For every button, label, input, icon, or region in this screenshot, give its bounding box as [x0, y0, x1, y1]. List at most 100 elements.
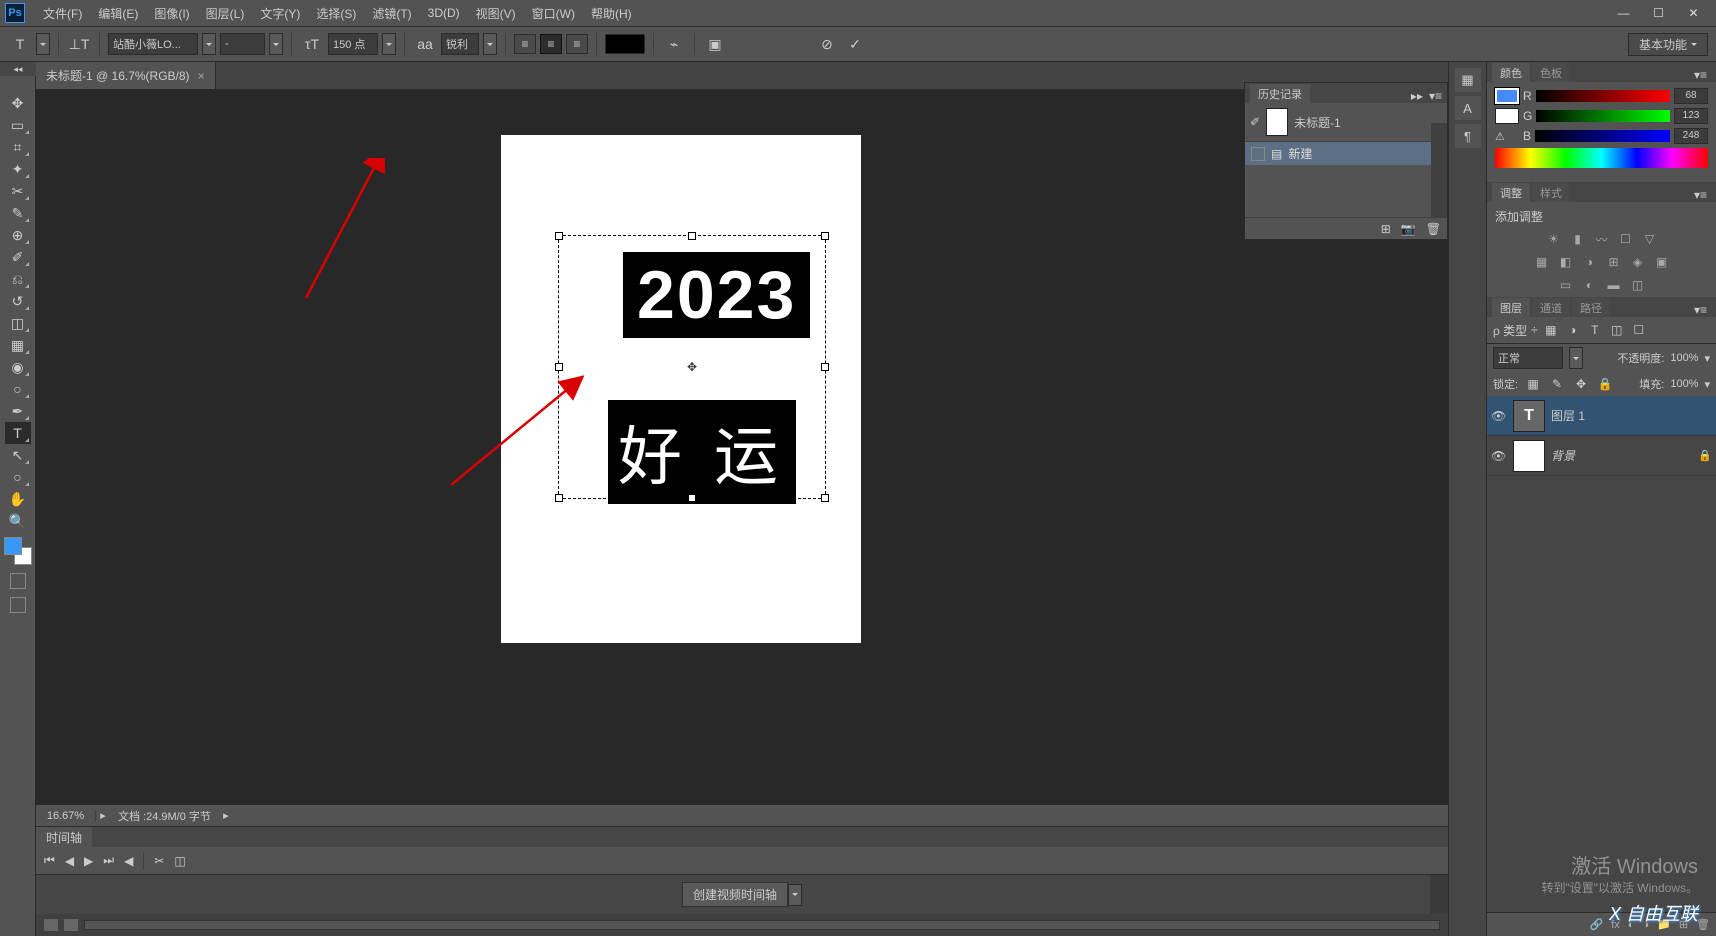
layers-panel-menu[interactable]: ▾≡: [1690, 303, 1711, 317]
timeline-scrollbar[interactable]: [1430, 875, 1448, 914]
filter-smart[interactable]: ☐: [1630, 321, 1648, 339]
close-button[interactable]: ✕: [1676, 3, 1711, 23]
font-style-field[interactable]: -: [220, 33, 265, 55]
link-layers-button[interactable]: 🔗: [1590, 918, 1604, 931]
menu-edit[interactable]: 编辑(E): [90, 0, 146, 26]
layer-name-1[interactable]: 图层 1: [1551, 407, 1585, 424]
timeline-zoom-slider[interactable]: [84, 920, 1440, 930]
delete-layer-button[interactable]: 🗑: [1696, 918, 1710, 931]
filter-type[interactable]: T: [1586, 321, 1604, 339]
history-brush-tool[interactable]: ↺: [5, 290, 31, 312]
maximize-button[interactable]: ☐: [1641, 3, 1676, 23]
antialias-field[interactable]: 锐利: [441, 33, 479, 55]
lock-transparent[interactable]: ▦: [1524, 375, 1542, 393]
r-slider[interactable]: [1536, 90, 1670, 102]
eyedropper-tool[interactable]: ✎: [5, 202, 31, 224]
layer-thumb-bg[interactable]: [1513, 440, 1545, 472]
create-timeline-button[interactable]: 创建视频时间轴: [682, 882, 788, 907]
type-tool[interactable]: T: [5, 422, 31, 444]
tab-history[interactable]: 历史记录: [1250, 84, 1310, 103]
new-doc-from-state[interactable]: ⊞: [1381, 222, 1391, 236]
go-end-button[interactable]: ◀: [124, 854, 133, 868]
adj-selective[interactable]: ◫: [1629, 276, 1647, 294]
layer-row-bg[interactable]: 👁 背景 🔒: [1487, 436, 1716, 476]
go-start-button[interactable]: ⏮: [44, 853, 55, 868]
adj-hue[interactable]: ▦: [1533, 253, 1551, 271]
prev-frame-button[interactable]: ◀: [65, 854, 74, 868]
blur-tool[interactable]: ◉: [5, 356, 31, 378]
adj-brightness[interactable]: ☀: [1545, 230, 1563, 248]
handle-n[interactable]: [688, 232, 696, 240]
gradient-tool[interactable]: ▦: [5, 334, 31, 356]
commit-button[interactable]: ✓: [843, 32, 867, 56]
adj-invert[interactable]: ▣: [1653, 253, 1671, 271]
layer-row-text[interactable]: 👁 T 图层 1: [1487, 396, 1716, 436]
filter-pixel[interactable]: ▦: [1542, 321, 1560, 339]
marquee-tool[interactable]: ▭: [5, 114, 31, 136]
adj-bw[interactable]: ◧: [1557, 253, 1575, 271]
cancel-button[interactable]: ⊘: [815, 32, 839, 56]
timeline-mode-icon[interactable]: [44, 919, 58, 931]
b-value[interactable]: 248: [1674, 128, 1708, 144]
handle-ne[interactable]: [821, 232, 829, 240]
play-button[interactable]: ▶: [84, 854, 93, 868]
screenmode-button[interactable]: [10, 597, 26, 613]
menu-filter[interactable]: 滤镜(T): [364, 0, 419, 26]
align-right-button[interactable]: ≡: [566, 34, 588, 54]
canvas-viewport[interactable]: 2023 好 运 ✥: [36, 90, 1448, 804]
color-panel-menu[interactable]: ▾≡: [1690, 68, 1711, 82]
heal-tool[interactable]: ⊕: [5, 224, 31, 246]
adj-levels[interactable]: ▮: [1569, 230, 1587, 248]
handle-sw[interactable]: [555, 494, 563, 502]
tab-layers[interactable]: 图层: [1492, 298, 1530, 317]
opacity-value[interactable]: 100%: [1670, 352, 1698, 364]
toolbox-collapse[interactable]: ◂◂: [0, 62, 36, 76]
text-orientation-button[interactable]: ⊥T: [67, 32, 91, 56]
character-panel-button[interactable]: ▣: [703, 32, 727, 56]
pen-tool[interactable]: ✒: [5, 400, 31, 422]
menu-help[interactable]: 帮助(H): [583, 0, 640, 26]
adj-curves[interactable]: 〰: [1593, 230, 1611, 248]
create-timeline-dropdown[interactable]: [788, 884, 802, 906]
filter-kind[interactable]: ρ 类型: [1493, 322, 1527, 339]
snapshot-button[interactable]: 📷: [1401, 222, 1416, 236]
font-family-field[interactable]: 站酷小薇LO...: [108, 33, 198, 55]
color-swatch[interactable]: [4, 537, 32, 565]
snapshot-thumb[interactable]: [1266, 108, 1288, 136]
warp-text-button[interactable]: ⌁: [662, 32, 686, 56]
zoom-level[interactable]: 16.67%: [36, 810, 96, 822]
bg-swatch[interactable]: [1495, 108, 1519, 124]
text-color-swatch[interactable]: [605, 34, 645, 54]
path-select-tool[interactable]: ↖: [5, 444, 31, 466]
handle-nw[interactable]: [555, 232, 563, 240]
handle-w[interactable]: [555, 363, 563, 371]
brush-tool[interactable]: ✐: [5, 246, 31, 268]
eraser-tool[interactable]: ◫: [5, 312, 31, 334]
stamp-tool[interactable]: ⎌: [5, 268, 31, 290]
handle-s[interactable]: [688, 494, 696, 502]
g-value[interactable]: 123: [1674, 108, 1708, 124]
tab-paths[interactable]: 路径: [1572, 298, 1610, 317]
align-left-button[interactable]: ≡: [514, 34, 536, 54]
adj-photo-filter[interactable]: ◑: [1581, 253, 1599, 271]
menu-file[interactable]: 文件(F): [35, 0, 90, 26]
split-button[interactable]: ✂: [154, 854, 164, 868]
tab-close-button[interactable]: ×: [198, 69, 205, 83]
collapsed-panel-3[interactable]: ¶: [1455, 124, 1481, 148]
lock-all[interactable]: 🔒: [1596, 375, 1614, 393]
minimize-button[interactable]: —: [1606, 3, 1641, 23]
menu-window[interactable]: 窗口(W): [524, 0, 583, 26]
next-frame-button[interactable]: ⏭: [103, 853, 114, 868]
font-size-dropdown[interactable]: [382, 33, 396, 55]
font-style-dropdown[interactable]: [269, 33, 283, 55]
adj-color-lookup[interactable]: ◈: [1629, 253, 1647, 271]
lasso-tool[interactable]: ⌗: [5, 136, 31, 158]
layer-thumb-text[interactable]: T: [1513, 400, 1545, 432]
tab-channels[interactable]: 通道: [1532, 298, 1570, 317]
adj-gradient-map[interactable]: ▬: [1605, 276, 1623, 294]
tab-adjustments[interactable]: 调整: [1492, 183, 1530, 202]
menu-layer[interactable]: 图层(L): [198, 0, 253, 26]
filter-adj[interactable]: ◑: [1564, 321, 1582, 339]
delete-state-button[interactable]: 🗑: [1426, 222, 1441, 236]
tool-preset-icon[interactable]: T: [8, 32, 32, 56]
